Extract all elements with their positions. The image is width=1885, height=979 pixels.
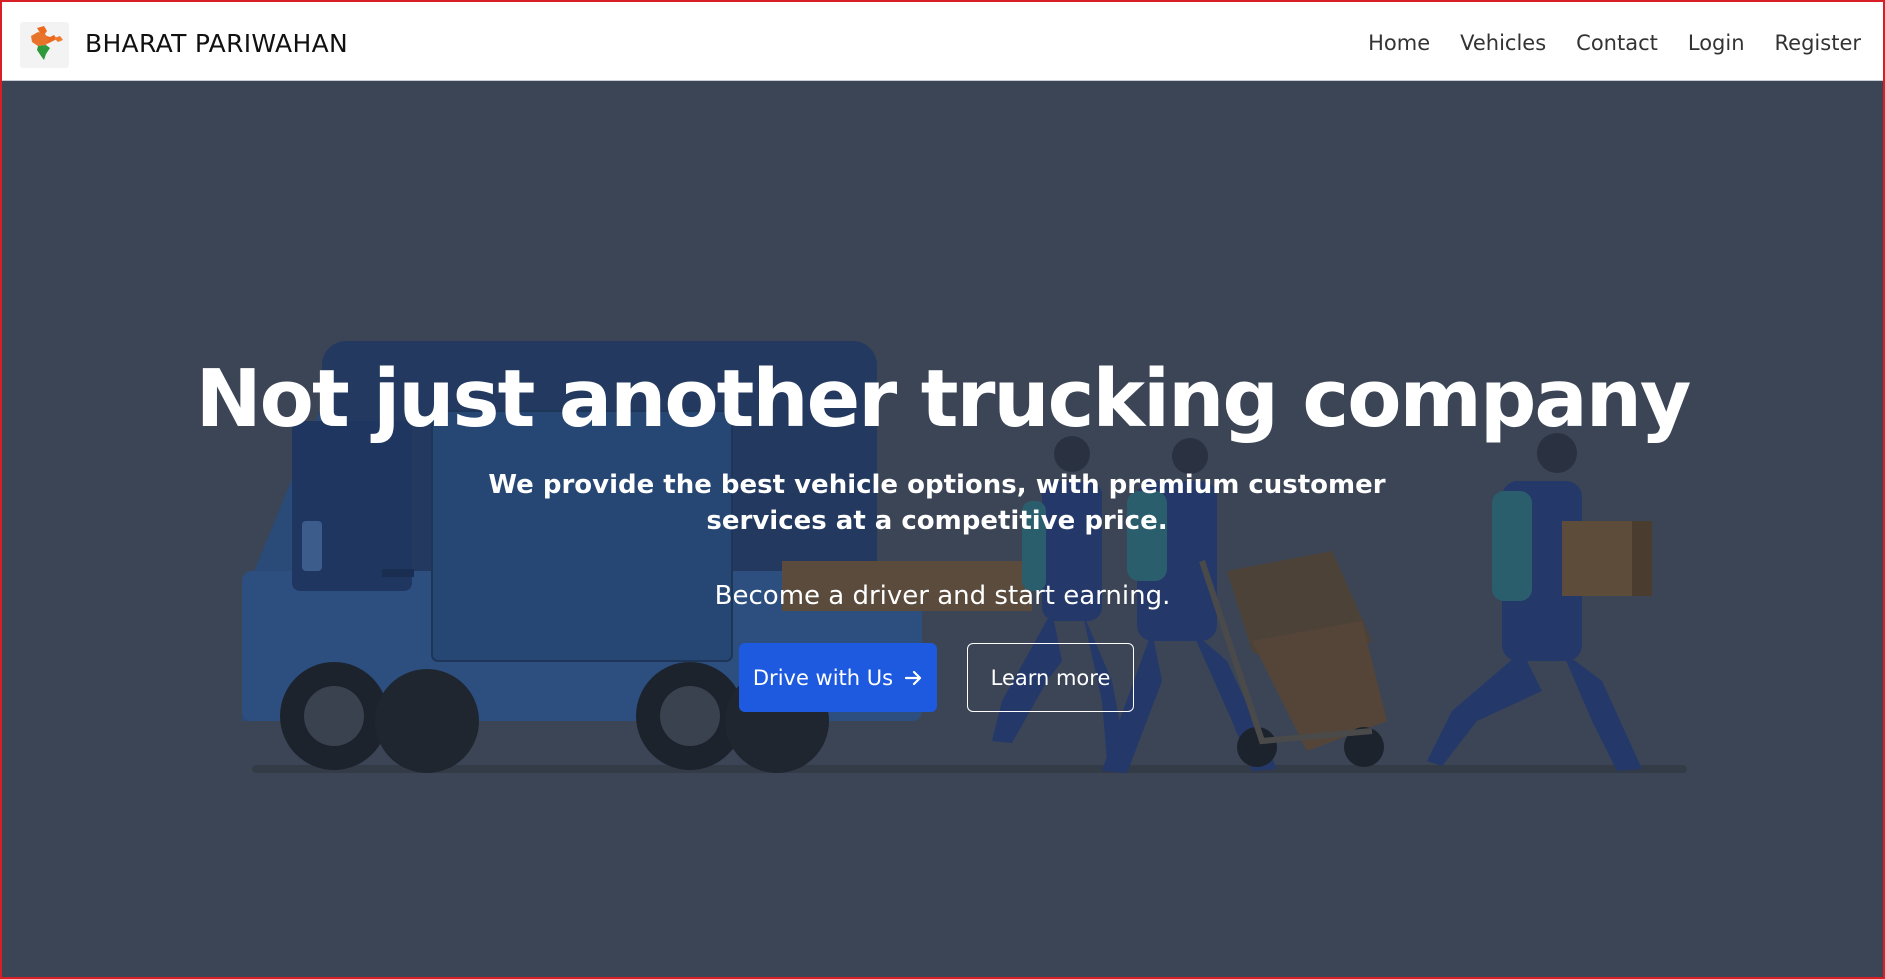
hero-section: Not just another trucking company We pro… (2, 81, 1883, 977)
nav-register-link[interactable]: Register (1775, 31, 1861, 55)
drive-with-us-label: Drive with Us (752, 665, 894, 690)
hero-cta-text: Become a driver and start earning. (714, 581, 1171, 611)
arrow-right-icon (905, 670, 923, 686)
nav-contact-link[interactable]: Contact (1576, 31, 1658, 55)
nav-home-link[interactable]: Home (1368, 31, 1430, 55)
nav-vehicles-link[interactable]: Vehicles (1460, 31, 1546, 55)
browser-frame: BHARAT PARIWAHAN Home Vehicles Contact L… (0, 0, 1885, 979)
learn-more-button[interactable]: Learn more (967, 643, 1134, 712)
nav-login-link[interactable]: Login (1688, 31, 1745, 55)
learn-more-label: Learn more (990, 665, 1111, 690)
drive-with-us-button[interactable]: Drive with Us (739, 643, 937, 712)
hero-title: Not just another trucking company (195, 353, 1692, 445)
brand-name[interactable]: BHARAT PARIWAHAN (85, 29, 348, 58)
navbar: BHARAT PARIWAHAN Home Vehicles Contact L… (2, 2, 1883, 81)
india-map-logo-icon[interactable] (20, 22, 69, 68)
hero-subtitle: We provide the best vehicle options, wit… (488, 470, 1386, 536)
nav-links: Home Vehicles Contact Login Register (1368, 31, 1861, 55)
